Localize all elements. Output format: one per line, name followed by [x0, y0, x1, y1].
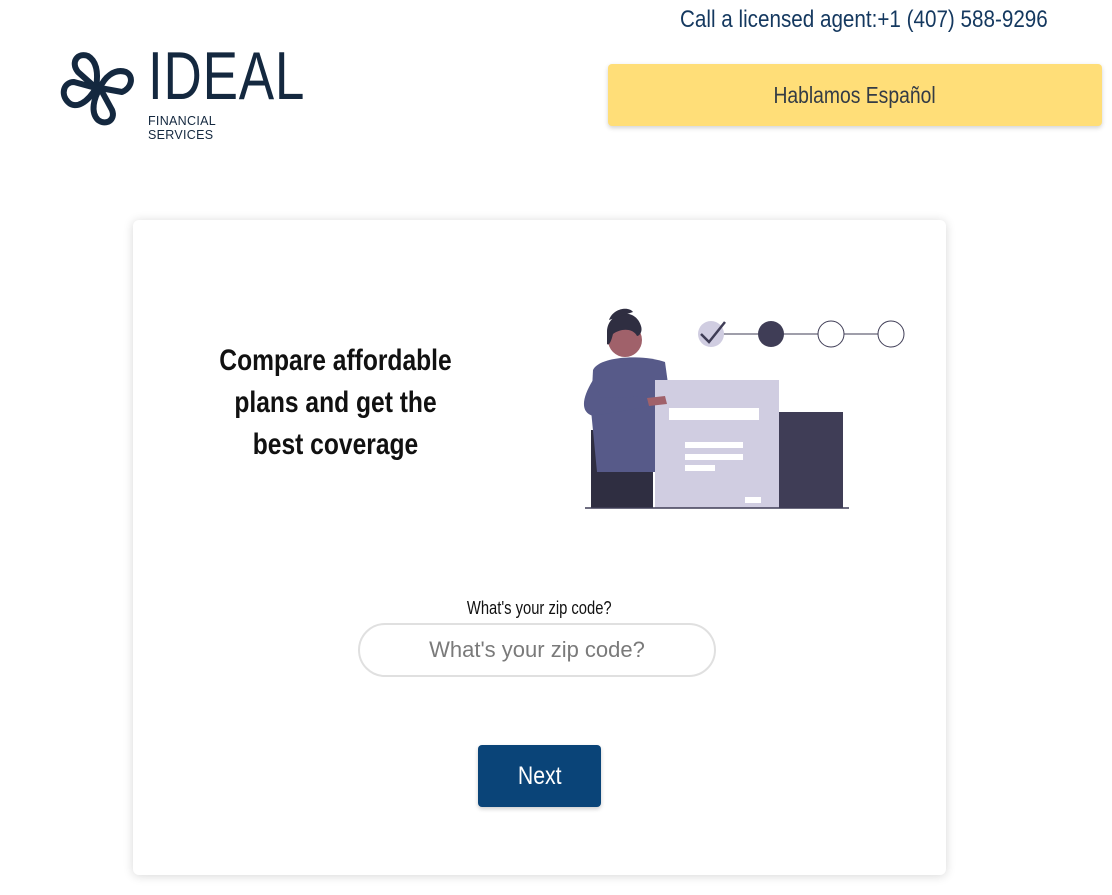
next-button[interactable]: Next — [478, 745, 601, 807]
zip-code-label: What's your zip code? — [133, 598, 946, 619]
logo-subtitle: FINANCIAL SERVICES — [148, 114, 216, 142]
zip-code-label-text: What's your zip code? — [467, 598, 612, 618]
spanish-language-button[interactable]: Hablamos Español — [608, 64, 1102, 126]
zip-code-input[interactable] — [358, 623, 716, 677]
phone-link[interactable]: Call a licensed agent:+1 (407) 588-9296 — [680, 6, 1048, 34]
spanish-language-label: Hablamos Español — [773, 81, 937, 108]
butterfly-logo-icon — [60, 52, 134, 126]
person-with-form-progress-illustration — [583, 308, 905, 509]
logo-wordmark: IDEAL — [148, 38, 306, 114]
quote-card: Compare affordable plans and get the bes… — [133, 220, 946, 875]
next-button-label: Next — [517, 761, 562, 790]
hero-headline: Compare affordable plans and get the bes… — [219, 344, 452, 461]
logo[interactable]: IDEAL FINANCIAL SERVICES — [58, 42, 304, 142]
